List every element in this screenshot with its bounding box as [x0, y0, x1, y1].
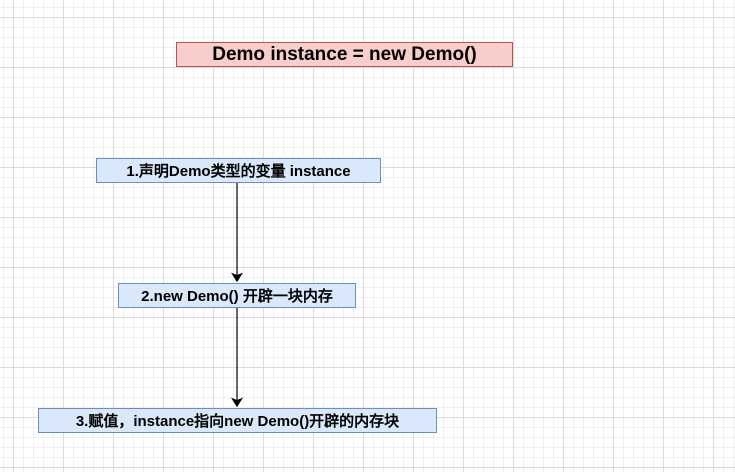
step-3-text: 3.赋值，instance指向new Demo()开辟的内存块 [75, 413, 400, 430]
connectors [231, 183, 243, 408]
step-1-text: 1.声明Demo类型的变量 instance [126, 163, 351, 180]
step-1-box[interactable]: 1.声明Demo类型的变量 instance [96, 158, 381, 183]
step-2-box[interactable]: 2.new Demo() 开辟一块内存 [118, 283, 356, 308]
step-2-text: 2.new Demo() 开辟一块内存 [141, 288, 333, 305]
step-3-box[interactable]: 3.赋值，instance指向new Demo()开辟的内存块 [38, 408, 437, 433]
title-text: Demo instance = new Demo() [212, 43, 477, 65]
title-box[interactable]: Demo instance = new Demo() [176, 42, 513, 67]
